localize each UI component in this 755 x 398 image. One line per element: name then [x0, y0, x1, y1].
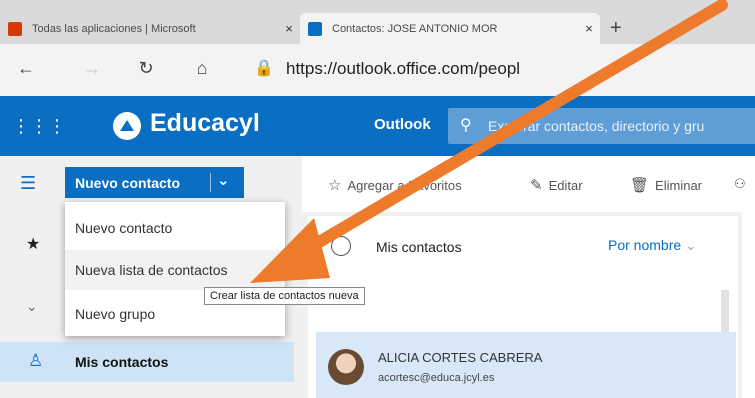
- office-favicon-icon: [8, 21, 22, 36]
- add-favorites-button[interactable]: ☆ Agregar a Favoritos: [328, 176, 462, 194]
- delete-label: Eliminar: [655, 178, 703, 193]
- brand-name[interactable]: Educacyl: [150, 109, 260, 138]
- hamburger-icon[interactable]: ☰: [20, 173, 36, 194]
- chevron-down-icon[interactable]: ⌄: [217, 171, 230, 189]
- address-bar[interactable]: https://outlook.office.com/peopl: [286, 59, 520, 79]
- more-icon[interactable]: ⚇: [734, 176, 746, 192]
- tooltip: Crear lista de contactos nueva: [204, 287, 365, 305]
- split-divider: [210, 173, 211, 192]
- lock-icon[interactable]: 🔒: [254, 58, 274, 78]
- browser-tab-contacts[interactable]: Contactos: JOSE ANTONIO MOR ×: [300, 13, 600, 44]
- tab-title: Todas las aplicaciones | Microsoft: [32, 22, 196, 35]
- outlook-header: ⋮⋮⋮ Educacyl Outlook ⚲ Explorar contacto…: [0, 96, 755, 156]
- person-icon: ♙: [28, 351, 44, 370]
- close-tab-icon[interactable]: ×: [578, 21, 600, 36]
- sidebar-item-mis-contactos[interactable]: ♙ Mis contactos: [0, 342, 294, 382]
- list-title: Mis contactos: [376, 239, 462, 255]
- list-item[interactable]: [316, 332, 736, 398]
- new-contact-menu: Nuevo contacto Nueva lista de contactos …: [65, 202, 285, 336]
- avatar: [328, 349, 364, 385]
- outlook-favicon-icon: [308, 21, 322, 36]
- pencil-icon: ✎: [530, 177, 543, 194]
- refresh-icon[interactable]: ↻: [134, 56, 158, 80]
- home-icon[interactable]: ⌂: [190, 56, 214, 80]
- trash-icon: 🗑: [630, 177, 650, 194]
- chevron-down-icon[interactable]: ⌄: [26, 298, 38, 315]
- select-all-checkbox[interactable]: [331, 236, 351, 256]
- sidebar-item-label: Mis contactos: [75, 354, 169, 370]
- new-contact-label: Nuevo contacto: [75, 174, 181, 191]
- new-tab-button[interactable]: +: [610, 18, 622, 38]
- star-icon[interactable]: ★: [26, 234, 40, 254]
- contact-name: ALICIA CORTES CABRERA: [378, 350, 543, 365]
- sort-label: Por nombre: [608, 237, 682, 253]
- add-favorites-label: Agregar a Favoritos: [347, 178, 462, 193]
- tab-title: Contactos: JOSE ANTONIO MOR: [332, 22, 498, 35]
- new-contact-button[interactable]: Nuevo contacto ⌄: [65, 167, 244, 198]
- contact-email: acortesc@educa.jcyl.es: [378, 372, 495, 384]
- search-input[interactable]: ⚲ Explorar contactos, directorio y gru: [448, 108, 755, 144]
- search-icon: ⚲: [460, 117, 472, 134]
- edit-label: Editar: [548, 178, 583, 193]
- browser-tab-microsoft-apps[interactable]: Todas las aplicaciones | Microsoft ×: [0, 13, 300, 44]
- search-placeholder: Explorar contactos, directorio y gru: [488, 118, 705, 134]
- close-tab-icon[interactable]: ×: [278, 21, 300, 36]
- browser-toolbar: ← → ↻ ⌂ 🔒 https://outlook.office.com/peo…: [0, 44, 755, 96]
- delete-button[interactable]: 🗑 Eliminar: [630, 176, 702, 194]
- arrow-right-icon[interactable]: →: [80, 56, 104, 80]
- command-bar: ☆ Agregar a Favoritos ✎ Editar 🗑 Eliminar ⚇: [302, 156, 755, 212]
- menu-item-new-contact-list[interactable]: Nueva lista de contactos: [65, 250, 285, 290]
- menu-item-new-contact[interactable]: Nuevo contacto: [65, 208, 285, 248]
- sort-dropdown[interactable]: Por nombre ⌄: [608, 237, 697, 254]
- chevron-down-icon: ⌄: [685, 237, 697, 253]
- star-outline-icon: ☆: [328, 177, 342, 194]
- app-name[interactable]: Outlook: [374, 116, 431, 133]
- arrow-left-icon[interactable]: ←: [14, 56, 38, 80]
- waffle-icon[interactable]: ⋮⋮⋮: [12, 114, 66, 138]
- educacyl-logo-icon: [113, 112, 141, 140]
- edit-button[interactable]: ✎ Editar: [530, 176, 583, 194]
- browser-tab-strip: Todas las aplicaciones | Microsoft × Con…: [0, 0, 755, 44]
